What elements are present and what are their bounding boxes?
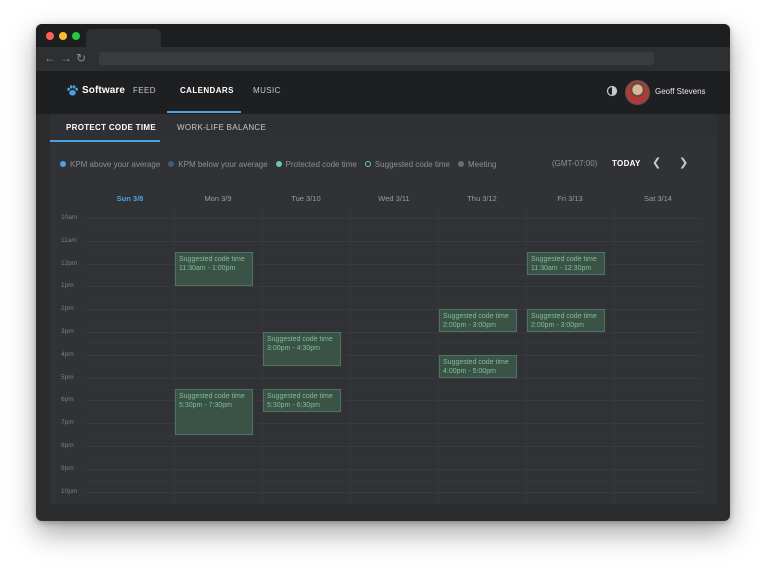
calendar-panel: PROTECT CODE TIME WORK-LIFE BALANCE KPM … — [50, 114, 717, 504]
forward-arrow-icon[interactable]: → — [60, 51, 72, 65]
grid-line — [86, 309, 701, 311]
grid-line — [86, 332, 701, 333]
grid-line — [86, 240, 701, 242]
legend-item-kpm-below: KPM below your average — [168, 159, 268, 169]
legend-label: Suggested code time — [374, 159, 450, 169]
maximize-window-button[interactable] — [72, 32, 80, 40]
contrast-toggle-icon[interactable] — [606, 85, 618, 97]
day-header: Wed 3/11 — [378, 194, 410, 203]
browser-tab[interactable] — [86, 29, 161, 47]
browser-titlebar — [36, 24, 730, 47]
legend-label: KPM below your average — [178, 159, 268, 169]
legend-label: KPM above your average — [70, 159, 161, 169]
day-header: Tue 3/10 — [291, 194, 321, 203]
grid-line — [86, 491, 701, 493]
event-title: Suggested code time — [443, 358, 509, 366]
filled-dot-icon — [275, 161, 282, 167]
suggested-code-time-event[interactable]: Suggested code time 11:30am - 12:30pm — [527, 252, 605, 275]
legend-item-protected: Protected code time — [275, 159, 357, 169]
grid-line — [86, 297, 701, 299]
suggested-code-time-event[interactable]: Suggested code time 5:30pm - 6:30pm — [263, 389, 341, 412]
event-title: Suggested code time — [267, 336, 333, 343]
today-button[interactable]: TODAY — [612, 159, 641, 168]
grid-line — [86, 286, 701, 288]
legend-item-kpm-above: KPM above your average — [60, 160, 160, 169]
event-time: 5:30pm - 7:30pm — [179, 402, 232, 409]
grid-line — [86, 354, 701, 356]
tab-protect-code-time[interactable]: PROTECT CODE TIME — [66, 123, 156, 132]
event-title: Suggested code time — [179, 393, 245, 400]
grid-line — [86, 366, 701, 368]
address-bar[interactable] — [99, 52, 654, 65]
ring-dot-icon — [364, 161, 371, 167]
grid-line — [86, 229, 701, 231]
suggested-code-time-event[interactable]: Suggested code time 3:00pm - 4:30pm — [263, 332, 341, 367]
suggested-code-time-event[interactable]: Suggested code time 2:00pm - 3:00pm — [527, 309, 605, 332]
filled-dot-icon — [168, 161, 175, 167]
nav-feed[interactable]: FEED — [133, 86, 156, 95]
filled-dot-icon — [458, 161, 464, 167]
event-title: Suggested code time — [531, 313, 597, 321]
back-arrow-icon[interactable]: ← — [44, 51, 56, 65]
event-title: Suggested code time — [443, 313, 509, 321]
grid-line — [86, 343, 701, 345]
day-separator — [350, 210, 351, 504]
event-title: Suggested code time — [267, 393, 333, 400]
filled-dot-icon — [60, 161, 66, 167]
app-header: Software FEED CALENDARS MUSIC Geoff Stev… — [36, 71, 730, 114]
grid-line — [86, 377, 701, 379]
avatar[interactable] — [625, 80, 650, 105]
grid-line — [86, 457, 701, 459]
calendar-legend: KPM above your average KPM below your av… — [60, 158, 504, 170]
event-time: 11:30am - 12:30pm — [531, 265, 592, 273]
paw-icon — [67, 85, 78, 96]
suggested-code-time-event[interactable]: Suggested code time 2:00pm - 3:00pm — [439, 309, 517, 332]
legend-item-suggested: Suggested code time — [364, 159, 450, 169]
close-window-button[interactable] — [46, 32, 54, 40]
nav-calendars[interactable]: CALENDARS — [180, 86, 234, 95]
browser-toolbar: ← → ↻ — [36, 47, 730, 71]
day-separator — [614, 210, 615, 504]
day-header: Mon 3/9 — [204, 194, 232, 203]
event-title: Suggested code time — [179, 256, 245, 264]
day-header: Sun 3/8 — [116, 194, 144, 203]
tab-work-life-balance[interactable]: WORK-LIFE BALANCE — [177, 123, 266, 132]
day-header: Sat 3/14 — [644, 194, 672, 203]
event-time: 11:30am - 1:00pm — [179, 265, 236, 273]
chevron-right-icon[interactable]: ❯ — [679, 156, 688, 169]
grid-line — [86, 434, 701, 436]
suggested-code-time-event[interactable]: Suggested code time 4:00pm - 5:00pm — [439, 354, 517, 378]
reload-icon[interactable]: ↻ — [76, 51, 86, 65]
nav-active-indicator — [167, 111, 241, 113]
suggested-code-time-event[interactable]: Suggested code time 11:30am - 1:00pm — [175, 252, 253, 287]
grid-line — [86, 446, 701, 447]
app-logo[interactable]: Software — [66, 84, 125, 97]
grid-line — [86, 480, 701, 482]
browser-window: ← → ↻ Software FEED CALENDARS MUSIC Geof… — [36, 24, 730, 521]
event-time: 2:00pm - 3:00pm — [443, 322, 496, 330]
event-time: 5:30pm - 6:30pm — [267, 402, 320, 409]
legend-label: Protected code time — [285, 159, 357, 169]
event-title: Suggested code time — [531, 256, 597, 264]
event-time: 4:00pm - 5:00pm — [443, 367, 496, 375]
timezone-label: (GMT-07:00) — [552, 159, 598, 168]
user-name[interactable]: Geoff Stevens — [655, 87, 706, 96]
brand-name: Software — [82, 85, 126, 96]
tab-active-indicator — [50, 140, 160, 142]
calendar-tabs: PROTECT CODE TIME WORK-LIFE BALANCE — [50, 114, 717, 142]
suggested-code-time-event[interactable]: Suggested code time 5:30pm - 7:30pm — [175, 389, 253, 435]
week-grid[interactable]: Suggested code time 11:30am - 1:00pm Sugge… — [86, 210, 701, 504]
grid-line — [86, 218, 701, 219]
grid-line — [86, 320, 701, 322]
day-header: Fri 3/13 — [557, 194, 583, 203]
event-time: 2:00pm - 3:00pm — [531, 322, 584, 330]
day-header: Thu 3/12 — [467, 194, 497, 203]
grid-line — [86, 468, 701, 470]
minimize-window-button[interactable] — [59, 32, 67, 40]
legend-item-meeting: Meeting — [458, 160, 496, 169]
legend-label: Meeting — [468, 159, 497, 169]
nav-music[interactable]: MUSIC — [253, 86, 281, 95]
event-time: 3:00pm - 4:30pm — [267, 345, 320, 352]
chevron-left-icon[interactable]: ❮ — [652, 156, 661, 169]
